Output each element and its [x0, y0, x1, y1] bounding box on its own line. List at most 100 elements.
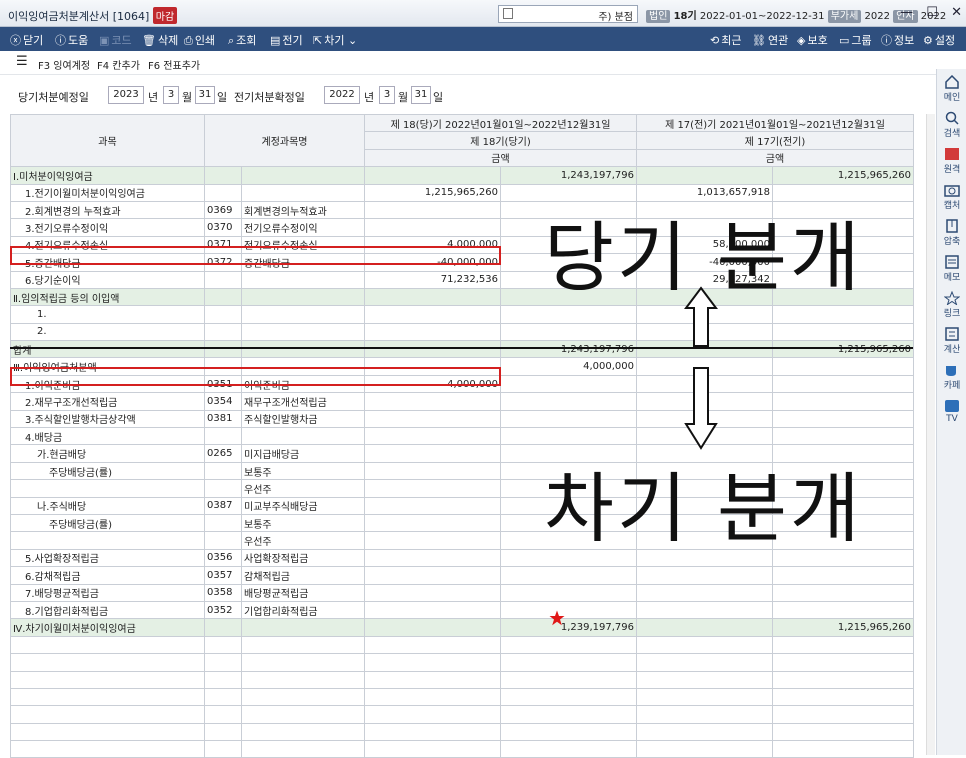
account-cell[interactable]: 미교부주식배당금: [241, 496, 365, 515]
account-cell[interactable]: 미지급배당금: [241, 444, 365, 463]
empty-cell[interactable]: [636, 635, 773, 655]
sidebar-compress[interactable]: 압축: [937, 219, 966, 247]
prev-total-cell[interactable]: [772, 583, 914, 602]
empty-cell[interactable]: [772, 670, 914, 689]
prev-total-cell[interactable]: [772, 322, 914, 342]
cur-detail-cell[interactable]: [364, 600, 501, 620]
menu-icon[interactable]: ☰: [16, 54, 28, 69]
subject-cell[interactable]: [10, 479, 205, 498]
cur-detail-cell[interactable]: [364, 461, 501, 481]
empty-row[interactable]: [10, 687, 914, 707]
empty-cell[interactable]: [772, 705, 914, 724]
cur-total-cell[interactable]: [500, 600, 637, 620]
code-button[interactable]: ▣ 코드: [99, 32, 132, 48]
cur-total-cell[interactable]: [500, 427, 637, 446]
close-icon[interactable]: ✕: [951, 5, 962, 23]
empty-cell[interactable]: [500, 740, 637, 758]
account-cell[interactable]: 주식할인발행차금: [241, 409, 365, 429]
empty-cell[interactable]: [500, 687, 637, 707]
prev-detail-cell[interactable]: [636, 566, 773, 585]
table-row[interactable]: 3.주식할인발행차금상각액 0381 주식할인발행차금: [10, 409, 914, 429]
code-cell[interactable]: [204, 166, 242, 185]
account-cell[interactable]: 보통주: [241, 513, 365, 533]
prev-total-cell[interactable]: [772, 374, 914, 394]
prev-day-input[interactable]: 31: [411, 86, 431, 104]
empty-row[interactable]: [10, 722, 914, 742]
vertical-scrollbar[interactable]: [926, 114, 935, 755]
cur-detail-cell[interactable]: [364, 427, 501, 446]
subject-cell[interactable]: 주당배당금(률): [10, 461, 205, 481]
cur-total-cell[interactable]: 1,239,197,796: [500, 618, 637, 637]
code-cell[interactable]: 0356: [204, 548, 242, 568]
account-cell[interactable]: 재무구조개선적립금: [241, 392, 365, 411]
subject-cell[interactable]: Ⅳ.차기이월미처분이익잉여금: [10, 618, 205, 637]
prev-total-cell[interactable]: 1,215,965,260: [772, 618, 914, 637]
account-cell[interactable]: 보통주: [241, 461, 365, 481]
subject-cell[interactable]: Ⅰ.미처분이익잉여금: [10, 166, 205, 185]
account-cell[interactable]: 감채적립금: [241, 566, 365, 585]
account-cell[interactable]: [241, 427, 365, 446]
empty-cell[interactable]: [10, 740, 205, 758]
subject-cell[interactable]: [10, 531, 205, 550]
empty-cell[interactable]: [10, 722, 205, 742]
print-button[interactable]: ⎙ 인쇄: [184, 32, 215, 48]
empty-cell[interactable]: [500, 705, 637, 724]
empty-cell[interactable]: [204, 705, 242, 724]
cur-detail-cell[interactable]: [364, 479, 501, 498]
empty-cell[interactable]: [636, 705, 773, 724]
cur-detail-cell[interactable]: [364, 566, 501, 585]
cur-total-cell[interactable]: [500, 566, 637, 585]
empty-cell[interactable]: [241, 653, 365, 672]
table-row[interactable]: 1.: [10, 305, 914, 324]
empty-cell[interactable]: [500, 653, 637, 672]
code-cell[interactable]: [204, 287, 242, 307]
empty-cell[interactable]: [364, 670, 501, 689]
empty-cell[interactable]: [772, 740, 914, 758]
account-cell[interactable]: [241, 340, 365, 359]
code-cell[interactable]: 0381: [204, 409, 242, 429]
empty-cell[interactable]: [204, 687, 242, 707]
code-cell[interactable]: [204, 183, 242, 202]
empty-cell[interactable]: [364, 635, 501, 655]
cur-detail-cell[interactable]: [364, 392, 501, 411]
cur-total-cell[interactable]: 4,000,000: [500, 357, 637, 376]
recent-button[interactable]: ⟲ 최근: [710, 32, 741, 48]
code-cell[interactable]: [204, 461, 242, 481]
code-cell[interactable]: [204, 531, 242, 550]
empty-cell[interactable]: [636, 722, 773, 742]
subject-cell[interactable]: 4.배당금: [10, 427, 205, 446]
empty-cell[interactable]: [241, 722, 365, 742]
subject-cell[interactable]: 2.회계변경의 누적효과: [10, 200, 205, 220]
cur-total-cell[interactable]: [500, 409, 637, 429]
empty-cell[interactable]: [204, 635, 242, 655]
cur-detail-cell[interactable]: [364, 496, 501, 515]
sidebar-main[interactable]: 메인: [937, 75, 966, 103]
prev-total-cell[interactable]: [772, 305, 914, 324]
empty-cell[interactable]: [500, 670, 637, 689]
sidebar-cafe[interactable]: 카페: [937, 363, 966, 391]
empty-row[interactable]: [10, 705, 914, 724]
settings-button[interactable]: ⚙ 설정: [923, 32, 955, 48]
subject-cell[interactable]: 7.배당평균적립금: [10, 583, 205, 602]
empty-cell[interactable]: [10, 653, 205, 672]
maximize-icon[interactable]: ☐: [926, 5, 938, 23]
cur-total-cell[interactable]: 1,243,197,796: [500, 340, 637, 359]
code-cell[interactable]: 0265: [204, 444, 242, 463]
account-cell[interactable]: 우선주: [241, 479, 365, 498]
cur-month-input[interactable]: 3: [163, 86, 179, 104]
empty-cell[interactable]: [772, 687, 914, 707]
subject-cell[interactable]: 2.: [10, 322, 205, 342]
account-cell[interactable]: [241, 166, 365, 185]
code-cell[interactable]: [204, 618, 242, 637]
subject-cell[interactable]: 8.기업합리화적립금: [10, 600, 205, 620]
subject-cell[interactable]: 가.현금배당: [10, 444, 205, 463]
f3-button[interactable]: F3 잉여계정: [38, 57, 90, 72]
code-cell[interactable]: 0358: [204, 583, 242, 602]
search-button[interactable]: ⌕ 조회: [228, 32, 256, 48]
subject-cell[interactable]: 6.당기순이익: [10, 270, 205, 289]
cur-detail-cell[interactable]: [364, 444, 501, 463]
empty-cell[interactable]: [10, 635, 205, 655]
code-cell[interactable]: [204, 427, 242, 446]
prev-detail-cell[interactable]: [636, 600, 773, 620]
account-cell[interactable]: [241, 305, 365, 324]
